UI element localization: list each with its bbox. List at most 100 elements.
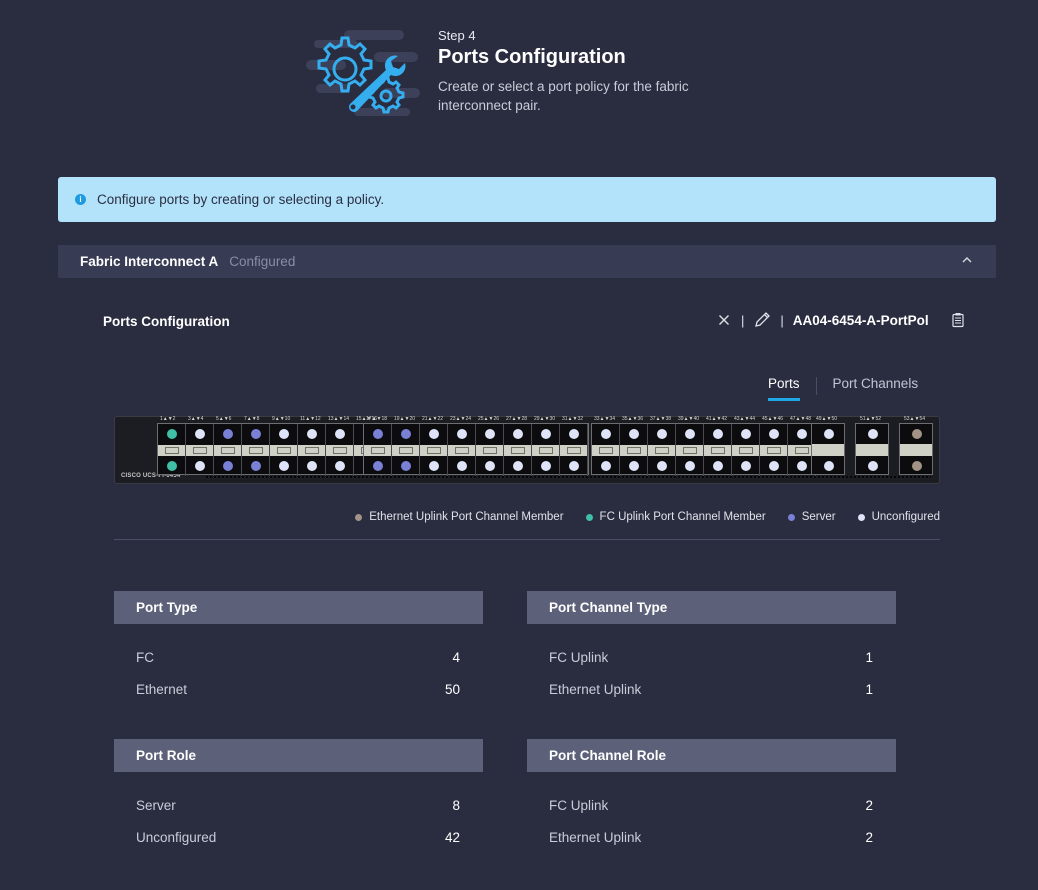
port-status-dot[interactable] xyxy=(513,461,523,471)
qsfp-port-pair[interactable]: 53▲▼54 xyxy=(899,416,933,475)
stat-label: FC Uplink xyxy=(549,798,609,814)
tab-port-channels[interactable]: Port Channels xyxy=(825,375,927,397)
port-pair[interactable]: 13▲▼14 xyxy=(326,416,354,476)
port-status-dot[interactable] xyxy=(569,429,579,439)
port-status-dot[interactable] xyxy=(657,429,667,439)
tab-ports[interactable]: Ports xyxy=(760,375,808,401)
port-pair[interactable]: 25▲▼26 xyxy=(476,416,504,476)
port-status-dot[interactable] xyxy=(713,429,723,439)
port-status-dot[interactable] xyxy=(251,429,261,439)
port-status-dot[interactable] xyxy=(485,461,495,471)
port-status-dot[interactable] xyxy=(457,429,467,439)
port-status-dot[interactable] xyxy=(868,461,878,471)
port-status-dot[interactable] xyxy=(513,429,523,439)
fabric-interconnect-a-header[interactable]: Fabric Interconnect A Configured xyxy=(58,245,996,278)
port-status-dot[interactable] xyxy=(797,429,807,439)
port-status-dot[interactable] xyxy=(569,461,579,471)
port-latch xyxy=(165,447,179,454)
port-pair[interactable]: 37▲▼38 xyxy=(648,416,676,476)
port-status-dot[interactable] xyxy=(713,461,723,471)
qsfp-port-pair[interactable]: 51▲▼52 xyxy=(855,416,889,475)
port-status-dot[interactable] xyxy=(824,429,834,439)
port-status-dot[interactable] xyxy=(601,429,611,439)
port-status-dot[interactable] xyxy=(868,429,878,439)
port-status-dot[interactable] xyxy=(629,461,639,471)
port-status-dot[interactable] xyxy=(251,461,261,471)
port-status-dot[interactable] xyxy=(429,429,439,439)
port-status-dot[interactable] xyxy=(541,461,551,471)
port-pair[interactable]: 21▲▼22 xyxy=(420,416,448,476)
port-status-dot[interactable] xyxy=(601,461,611,471)
port-status-dot[interactable] xyxy=(741,461,751,471)
port-status-dot[interactable] xyxy=(167,461,177,471)
legend-item-fc-pc: FC Uplink Port Channel Member xyxy=(585,511,766,523)
port-status-dot[interactable] xyxy=(335,461,345,471)
info-banner: i Configure ports by creating or selecti… xyxy=(58,177,996,222)
clipboard-icon[interactable] xyxy=(950,312,966,328)
port-latch-strip xyxy=(900,444,932,456)
port-status-dot[interactable] xyxy=(195,429,205,439)
port-pair[interactable]: 35▲▼36 xyxy=(620,416,648,476)
port-status-dot[interactable] xyxy=(307,429,317,439)
chevron-up-icon[interactable] xyxy=(960,253,974,267)
port-status-dot[interactable] xyxy=(335,429,345,439)
port-status-dot[interactable] xyxy=(307,461,317,471)
port-pair-label: 41▲▼42 xyxy=(706,416,728,422)
port-pair[interactable]: 43▲▼44 xyxy=(732,416,760,476)
port-status-dot[interactable] xyxy=(912,461,922,471)
port-pair[interactable]: 41▲▼42 xyxy=(704,416,732,476)
port-pair[interactable]: 29▲▼30 xyxy=(532,416,560,476)
port-status-dot[interactable] xyxy=(457,461,467,471)
port-pair[interactable]: 5▲▼6 xyxy=(214,416,242,476)
port-legend: Ethernet Uplink Port Channel Member FC Up… xyxy=(355,511,940,523)
port-status-dot[interactable] xyxy=(769,429,779,439)
port-status-dot[interactable] xyxy=(223,461,233,471)
port-pair[interactable]: 33▲▼34 xyxy=(592,416,620,476)
port-pair[interactable]: 7▲▼8 xyxy=(242,416,270,476)
port-status-dot[interactable] xyxy=(373,429,383,439)
port-pair[interactable]: 27▲▼28 xyxy=(504,416,532,476)
port-status-dot[interactable] xyxy=(797,461,807,471)
port-status-dot[interactable] xyxy=(401,429,411,439)
close-icon[interactable] xyxy=(716,312,732,328)
port-status-dot[interactable] xyxy=(741,429,751,439)
port-status-dot[interactable] xyxy=(279,461,289,471)
port-pair[interactable]: 39▲▼40 xyxy=(676,416,704,476)
stat-row: FC Uplink 2 xyxy=(527,790,896,822)
port-status-dot[interactable] xyxy=(685,461,695,471)
port-pair[interactable]: 9▲▼10 xyxy=(270,416,298,476)
qsfp-port-pair[interactable]: 49▲▼50 xyxy=(811,416,845,475)
port-pair[interactable]: 23▲▼24 xyxy=(448,416,476,476)
port-pair[interactable]: 11▲▼12 xyxy=(298,416,326,476)
tab-separator xyxy=(815,377,817,395)
port-status-dot[interactable] xyxy=(485,429,495,439)
port-status-dot[interactable] xyxy=(912,429,922,439)
port-pair[interactable]: 1▲▼2 xyxy=(158,416,186,476)
port-status-dot[interactable] xyxy=(824,461,834,471)
stat-value: 1 xyxy=(865,650,873,666)
port-pair[interactable]: 3▲▼4 xyxy=(186,416,214,476)
port-status-dot[interactable] xyxy=(685,429,695,439)
toolbar-separator: | xyxy=(741,312,745,328)
port-pair[interactable]: 19▲▼20 xyxy=(392,416,420,476)
edit-pencil-icon[interactable] xyxy=(753,311,771,329)
port-status-dot[interactable] xyxy=(373,461,383,471)
port-status-dot[interactable] xyxy=(401,461,411,471)
port-pair[interactable]: 45▲▼46 xyxy=(760,416,788,476)
port-bank-2: 17▲▼18 19▲▼20 21▲▼22 23▲▼24 25▲▼26 27▲▼28 29▲▼… xyxy=(363,416,589,476)
port-status-dot[interactable] xyxy=(195,461,205,471)
port-status-dot[interactable] xyxy=(429,461,439,471)
port-latch xyxy=(683,447,697,454)
port-pair-label: 27▲▼28 xyxy=(506,416,528,422)
port-pair[interactable]: 17▲▼18 xyxy=(364,416,392,476)
port-status-dot[interactable] xyxy=(769,461,779,471)
port-status-dot[interactable] xyxy=(629,429,639,439)
port-status-dot[interactable] xyxy=(541,429,551,439)
port-pair[interactable]: 31▲▼32 xyxy=(560,416,588,476)
port-pair-label: 37▲▼38 xyxy=(650,416,672,422)
port-status-dot[interactable] xyxy=(279,429,289,439)
port-status-dot[interactable] xyxy=(167,429,177,439)
port-status-dot[interactable] xyxy=(223,429,233,439)
port-status-dot[interactable] xyxy=(657,461,667,471)
port-latch xyxy=(739,447,753,454)
